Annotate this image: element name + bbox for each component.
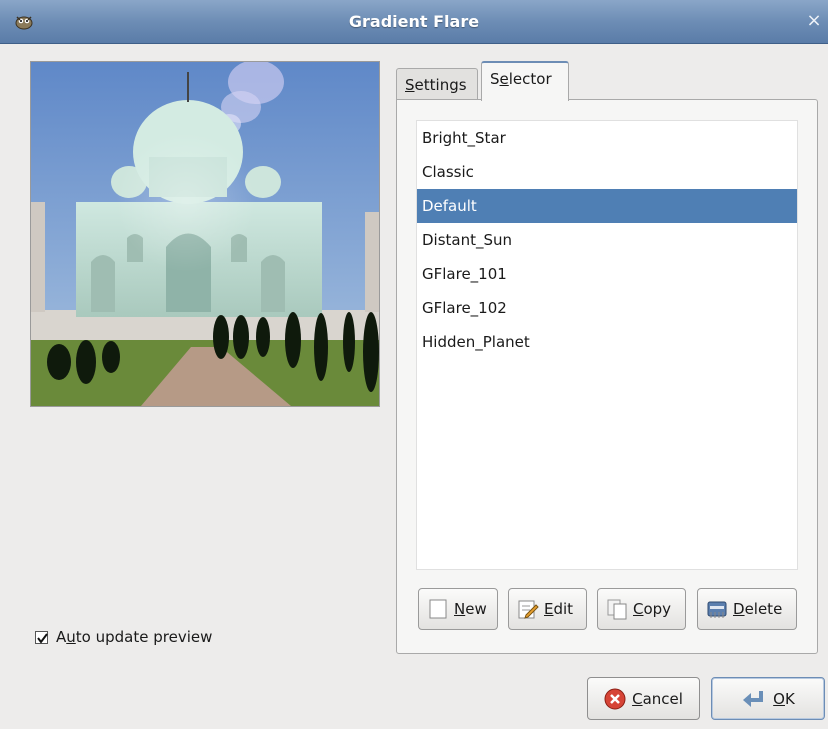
ok-button-label: OK xyxy=(773,689,795,708)
cancel-button-label: Cancel xyxy=(632,689,683,708)
list-item-selected[interactable]: Default xyxy=(417,189,797,223)
window-title: Gradient Flare xyxy=(348,12,480,31)
delete-button-label: Delete xyxy=(733,600,783,618)
ok-return-icon xyxy=(741,688,767,710)
tab-selector-label-post: lector xyxy=(508,70,552,88)
list-item[interactable]: GFlare_102 xyxy=(417,291,797,325)
edit-pencil-icon xyxy=(517,598,539,620)
new-button[interactable]: New xyxy=(418,588,498,630)
close-icon[interactable]: × xyxy=(804,11,824,31)
list-item[interactable]: Distant_Sun xyxy=(417,223,797,257)
ok-button[interactable]: OK xyxy=(711,677,825,720)
delete-shredder-icon xyxy=(706,598,728,620)
tab-settings[interactable]: Settings xyxy=(396,68,478,100)
auto-update-label: Auto update preview xyxy=(56,628,213,646)
list-item[interactable]: Classic xyxy=(417,155,797,189)
auto-update-toggle[interactable]: Auto update preview xyxy=(35,626,212,648)
new-button-label: New xyxy=(454,600,487,618)
copy-pages-icon xyxy=(606,598,628,620)
cancel-icon xyxy=(604,688,626,710)
edit-button-label: Edit xyxy=(544,600,574,618)
list-item[interactable]: Hidden_Planet xyxy=(417,325,797,359)
list-item[interactable]: Bright_Star xyxy=(417,121,797,155)
new-document-icon xyxy=(427,598,449,620)
edit-button[interactable]: Edit xyxy=(508,588,587,630)
delete-button[interactable]: Delete xyxy=(697,588,797,630)
cancel-button[interactable]: Cancel xyxy=(587,677,700,720)
tab-selector-label-pre: S xyxy=(490,70,500,88)
copy-button-label: Copy xyxy=(633,600,672,618)
tab-selector-mnemonic: e xyxy=(499,70,509,88)
preview-image xyxy=(30,61,380,407)
tab-settings-mnemonic: S xyxy=(405,76,415,94)
auto-update-checkbox[interactable] xyxy=(35,630,48,644)
tab-settings-label-post: ettings xyxy=(414,76,467,94)
tab-selector[interactable]: Selector xyxy=(481,61,569,101)
flare-list[interactable]: Bright_Star Classic Default Distant_Sun … xyxy=(416,120,798,570)
copy-button[interactable]: Copy xyxy=(597,588,686,630)
list-item[interactable]: GFlare_101 xyxy=(417,257,797,291)
title-bar[interactable]: Gradient Flare × xyxy=(0,0,828,44)
